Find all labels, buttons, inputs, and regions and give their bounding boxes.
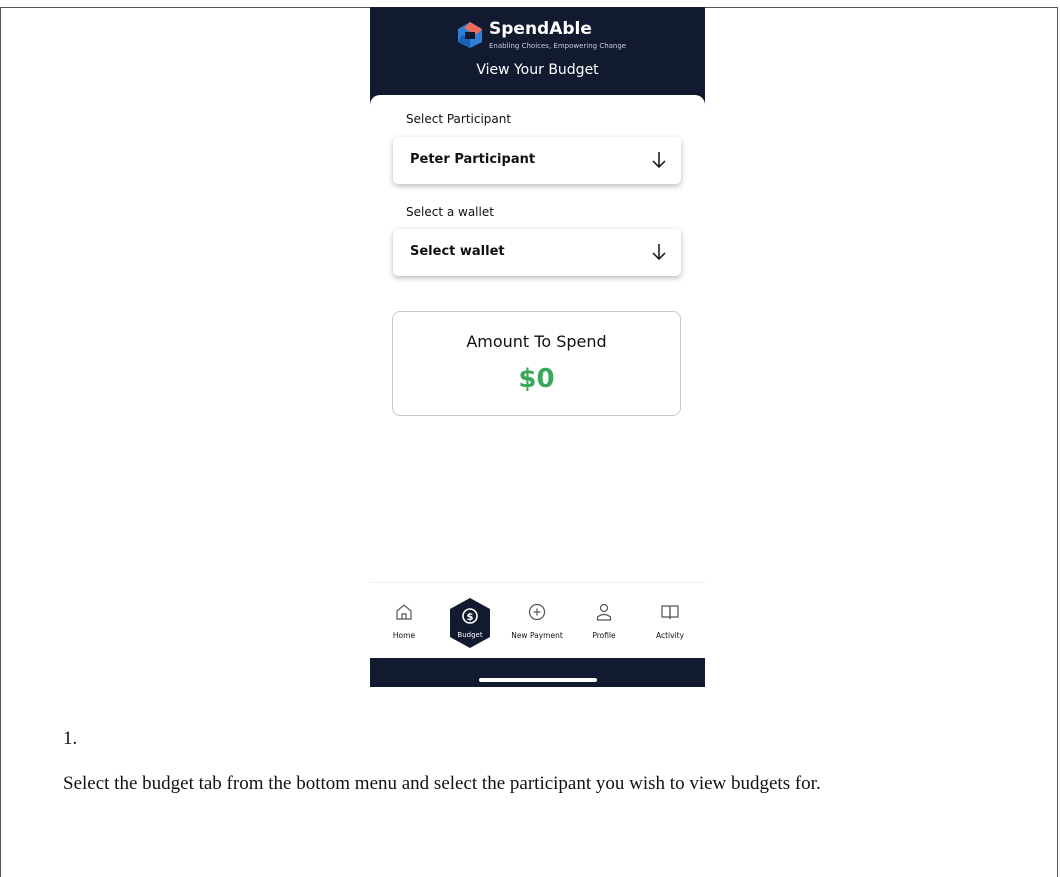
screen-title: View Your Budget: [476, 62, 599, 78]
logo: SpendAble Enabling Choices, Empowering C…: [370, 17, 705, 53]
wallet-value: Select wallet: [410, 244, 505, 259]
app-tagline: Enabling Choices, Empowering Change: [489, 42, 627, 50]
bottom-tab-bar: Home $ Budget New Payment Profile Activi…: [370, 582, 705, 658]
tab-home[interactable]: Home: [374, 583, 434, 659]
app-header: SpendAble Enabling Choices, Empowering C…: [370, 7, 705, 107]
participant-value: Peter Participant: [410, 152, 536, 167]
budget-tab-badge: $: [450, 598, 490, 648]
tab-budget[interactable]: $ Budget: [449, 598, 491, 648]
participant-label: Select Participant: [406, 112, 512, 126]
amount-card: Amount To Spend $0: [392, 311, 681, 416]
phone-screenshot: SpendAble Enabling Choices, Empowering C…: [370, 7, 705, 687]
tab-budget-label: Budget: [457, 631, 483, 639]
book-icon: [661, 605, 679, 620]
tab-activity-label: Activity: [655, 631, 685, 640]
person-icon: [596, 603, 612, 621]
home-icon: [396, 604, 412, 620]
tab-new-payment[interactable]: New Payment: [507, 583, 567, 659]
home-bar: [370, 658, 705, 687]
tab-activity[interactable]: Activity: [640, 583, 700, 659]
svg-text:$: $: [467, 612, 474, 623]
home-indicator[interactable]: [479, 678, 597, 682]
step-number: 1.: [63, 728, 78, 749]
participant-select[interactable]: Peter Participant: [393, 137, 681, 184]
step-instruction: Select the budget tab from the bottom me…: [63, 773, 821, 794]
amount-label: Amount To Spend: [466, 332, 607, 351]
wallet-select[interactable]: Select wallet: [393, 229, 681, 276]
budget-panel: Select Participant Peter Participant Sel…: [370, 95, 705, 590]
wallet-label: Select a wallet: [406, 205, 494, 219]
plus-circle-icon: [528, 603, 546, 621]
app-name: SpendAble: [489, 19, 592, 39]
spendable-logo-icon: [458, 22, 482, 48]
amount-value: $0: [518, 364, 555, 394]
tab-profile-label: Profile: [592, 631, 616, 640]
tab-profile[interactable]: Profile: [574, 583, 634, 659]
tab-new-payment-label: New Payment: [511, 631, 563, 640]
arrow-down-icon: [652, 244, 666, 261]
arrow-down-icon: [652, 152, 666, 169]
tab-home-label: Home: [392, 631, 416, 640]
